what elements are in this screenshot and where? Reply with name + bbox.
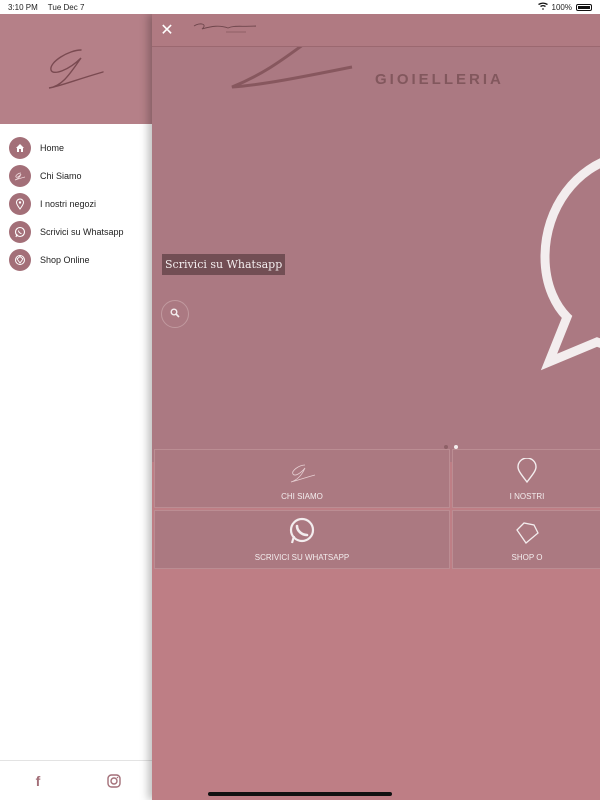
- close-icon[interactable]: ✕: [152, 14, 182, 47]
- sidebar-item-negozi[interactable]: I nostri negozi: [0, 190, 152, 218]
- whatsapp-icon: [288, 517, 316, 547]
- sidebar-item-label: Scrivici su Whatsapp: [40, 227, 124, 237]
- status-bar: 3:10 PM Tue Dec 7 100%: [0, 0, 600, 14]
- sidebar-item-label: Shop Online: [40, 255, 90, 265]
- header-logo-icon: [190, 20, 260, 41]
- sidebar-item-label: I nostri negozi: [40, 199, 97, 209]
- tile-negozi[interactable]: I NOSTRI: [452, 449, 600, 508]
- hero-label: Scrivici su Whatsapp: [162, 254, 286, 275]
- wifi-icon: [537, 2, 548, 12]
- hero-banner[interactable]: GIOIELLERIA Scrivici su Whatsapp: [152, 47, 600, 462]
- brand-logo-icon: [41, 42, 111, 97]
- sidebar-item-whatsapp[interactable]: Scrivici su Whatsapp: [0, 218, 152, 246]
- tile-shop[interactable]: SHOP O: [452, 510, 600, 569]
- location-pin-icon: [516, 457, 538, 486]
- status-time: 3:10 PM: [8, 2, 38, 12]
- whatsapp-icon: [9, 221, 31, 243]
- tile-label: CHI SIAMO: [281, 492, 323, 501]
- top-bar: ✕: [152, 14, 600, 47]
- side-drawer: Home Chi Siamo I nostri negozi Scrivici …: [0, 14, 152, 800]
- main-panel[interactable]: ✕ GIOIELLERIA Scrivici su Whatsapp CHI S…: [152, 14, 600, 800]
- sidebar-header: [0, 14, 152, 124]
- instagram-icon[interactable]: [104, 771, 124, 791]
- location-pin-icon: [9, 193, 31, 215]
- search-icon: [170, 305, 180, 323]
- sidebar-footer: f: [0, 760, 152, 800]
- logo-g-icon: [9, 165, 31, 187]
- tile-label: I NOSTRI: [509, 492, 545, 501]
- sidebar-item-label: Home: [40, 143, 65, 153]
- logo-g-icon: [287, 462, 317, 486]
- sidebar-nav: Home Chi Siamo I nostri negozi Scrivici …: [0, 124, 152, 274]
- whatsapp-large-icon: [537, 147, 600, 382]
- tile-label: SHOP O: [511, 553, 543, 562]
- battery-icon: [576, 3, 592, 11]
- tile-whatsapp[interactable]: SCRIVICI SU WHATSAPP: [154, 510, 450, 569]
- battery-percent: 100%: [551, 2, 572, 12]
- sidebar-item-shop[interactable]: Shop Online: [0, 246, 152, 274]
- home-icon: [9, 137, 31, 159]
- hero-brand-text: GIOIELLERIA: [375, 71, 504, 88]
- diamond-icon: [9, 249, 31, 271]
- home-indicator: [208, 792, 392, 796]
- tile-chi-siamo[interactable]: CHI SIAMO: [154, 449, 450, 508]
- status-date: Tue Dec 7: [47, 2, 85, 12]
- facebook-icon[interactable]: f: [28, 771, 48, 791]
- status-right: 100%: [537, 2, 592, 12]
- search-button[interactable]: [161, 300, 189, 328]
- tile-label: SCRIVICI SU WHATSAPP: [254, 553, 350, 562]
- sidebar-item-chi-siamo[interactable]: Chi Siamo: [0, 162, 152, 190]
- sidebar-item-label: Chi Siamo: [40, 171, 82, 181]
- diamond-icon: [514, 521, 540, 547]
- sidebar-item-home[interactable]: Home: [0, 134, 152, 162]
